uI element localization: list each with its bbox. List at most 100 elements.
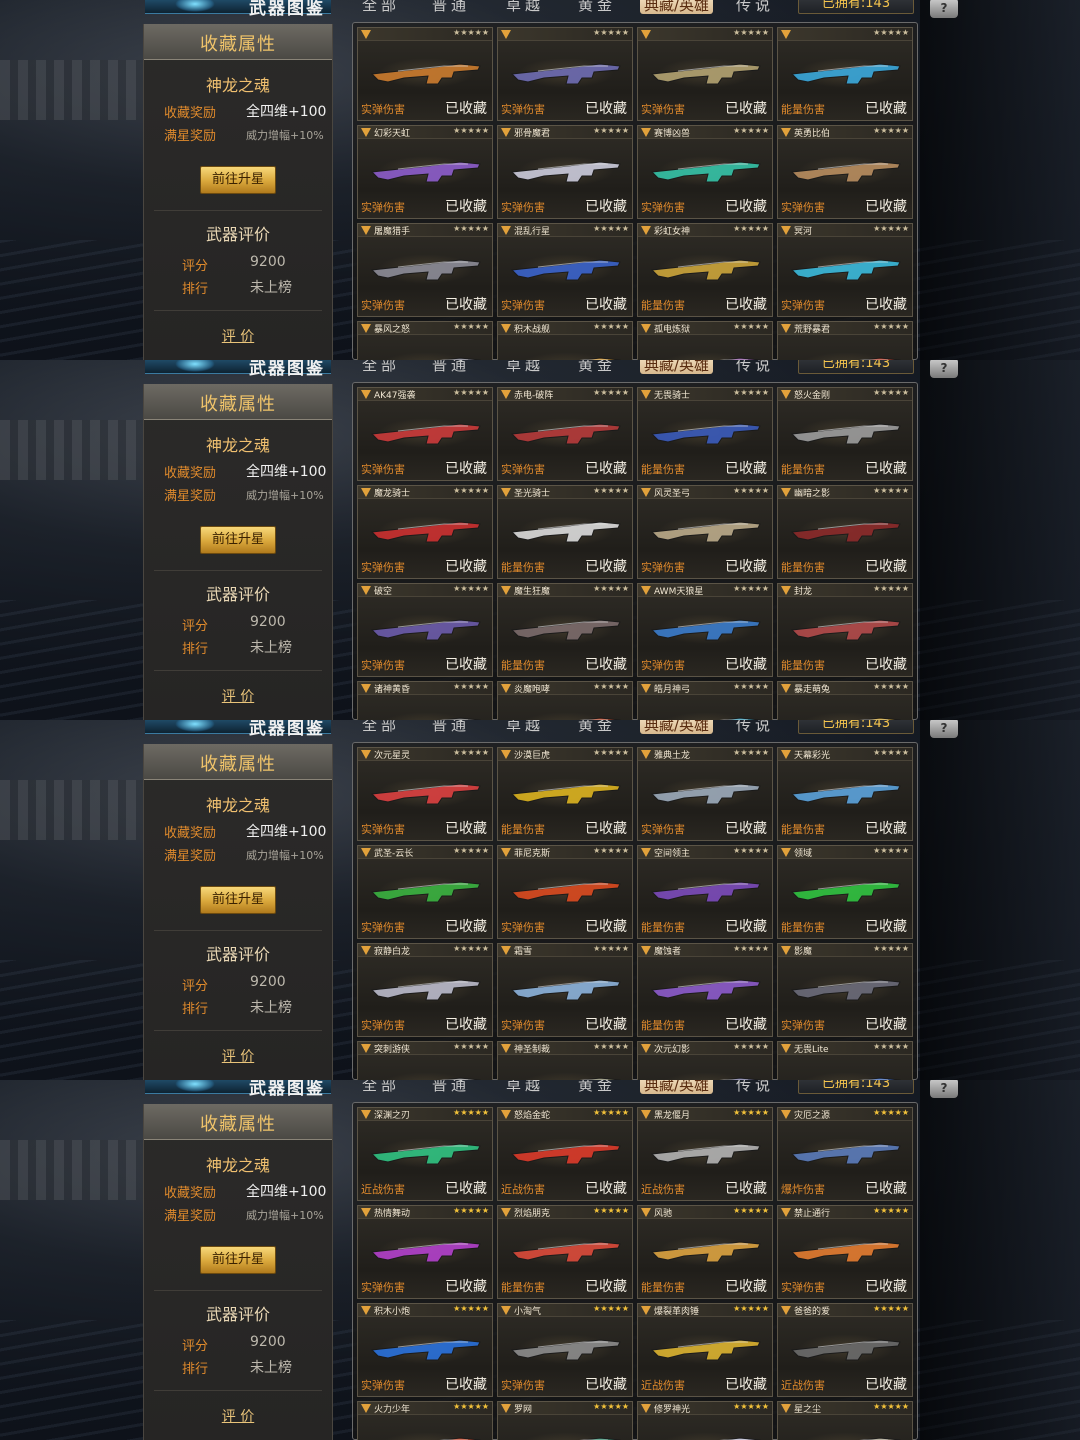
weapon-card[interactable]: 封龙 ★★★★★ 能量伤害 已收藏 xyxy=(777,583,913,677)
weapon-card[interactable]: 无畏Lite★★★★★实弹伤害已收藏 xyxy=(777,1041,913,1080)
weapon-card[interactable]: 赛博凶兽 ★★★★★ 实弹伤害 已收藏 xyxy=(637,125,773,219)
tab-0[interactable]: 全部 xyxy=(362,0,400,14)
tab-2[interactable]: 卓越 xyxy=(506,1080,544,1094)
help-icon[interactable]: ? xyxy=(930,720,958,738)
weapon-card[interactable]: 皓月神弓★★★★★实弹伤害已收藏 xyxy=(637,681,773,720)
tab-2[interactable]: 卓越 xyxy=(506,720,544,734)
weapon-card[interactable]: 幽暗之影 ★★★★★ 能量伤害 已收藏 xyxy=(777,485,913,579)
tab-3[interactable]: 黄金 xyxy=(578,720,616,734)
weapon-card[interactable]: 暴走萌兔★★★★★实弹伤害已收藏 xyxy=(777,681,913,720)
upgrade-star-button[interactable]: 前往升星 xyxy=(200,166,276,194)
weapon-card[interactable]: 炎魔咆哮★★★★★实弹伤害已收藏 xyxy=(497,681,633,720)
tab-1[interactable]: 普通 xyxy=(432,0,470,14)
weapon-card[interactable]: 怒焰金蛇 ★★★★★ 近战伤害 已收藏 xyxy=(497,1107,633,1201)
weapon-card[interactable]: 沙漠巨虎 ★★★★★ 能量伤害 已收藏 xyxy=(497,747,633,841)
weapon-card[interactable]: 幻彩天虹 ★★★★★ 实弹伤害 已收藏 xyxy=(357,125,493,219)
weapon-card[interactable]: 领域 ★★★★★ 能量伤害 已收藏 xyxy=(777,845,913,939)
weapon-card[interactable]: 火力少年★★★★★实弹伤害已收藏 xyxy=(357,1401,493,1440)
weapon-card[interactable]: 魔生狂魔 ★★★★★ 能量伤害 已收藏 xyxy=(497,583,633,677)
weapon-card[interactable]: ★★★★★ 实弹伤害 已收藏 xyxy=(357,27,493,121)
weapon-card[interactable]: 黑龙偃月 ★★★★★ 近战伤害 已收藏 xyxy=(637,1107,773,1201)
weapon-card[interactable]: 孤电炼狱★★★★★实弹伤害已收藏 xyxy=(637,321,773,360)
weapon-card[interactable]: 积木战舰★★★★★实弹伤害已收藏 xyxy=(497,321,633,360)
weapon-card[interactable]: 风驰 ★★★★★ 能量伤害 已收藏 xyxy=(637,1205,773,1299)
tab-3[interactable]: 黄金 xyxy=(578,1080,616,1094)
weapon-card[interactable]: 小淘气 ★★★★★ 实弹伤害 已收藏 xyxy=(497,1303,633,1397)
weapon-card[interactable]: 风灵圣弓 ★★★★★ 实弹伤害 已收藏 xyxy=(637,485,773,579)
weapon-card[interactable]: 突刺游侠★★★★★实弹伤害已收藏 xyxy=(357,1041,493,1080)
weapon-card[interactable]: 罗网★★★★★实弹伤害已收藏 xyxy=(497,1401,633,1440)
weapon-card[interactable]: 积木小炮 ★★★★★ 实弹伤害 已收藏 xyxy=(357,1303,493,1397)
weapon-card[interactable]: 诸神黄昏★★★★★实弹伤害已收藏 xyxy=(357,681,493,720)
weapon-card[interactable]: ★★★★★ 能量伤害 已收藏 xyxy=(777,27,913,121)
weapon-card[interactable]: 星之尘★★★★★实弹伤害已收藏 xyxy=(777,1401,913,1440)
weapon-card[interactable]: 魔蚀者 ★★★★★ 能量伤害 已收藏 xyxy=(637,943,773,1037)
tab-0[interactable]: 全部 xyxy=(362,720,400,734)
weapon-card[interactable]: 邪骨魔君 ★★★★★ 实弹伤害 已收藏 xyxy=(497,125,633,219)
weapon-card[interactable]: 魔龙骑士 ★★★★★ 实弹伤害 已收藏 xyxy=(357,485,493,579)
weapon-card[interactable]: 圣光骑士 ★★★★★ 能量伤害 已收藏 xyxy=(497,485,633,579)
weapon-card[interactable]: 天幕彩光 ★★★★★ 能量伤害 已收藏 xyxy=(777,747,913,841)
weapon-card[interactable]: 神圣制裁★★★★★实弹伤害已收藏 xyxy=(497,1041,633,1080)
weapon-card[interactable]: 混乱行星 ★★★★★ 实弹伤害 已收藏 xyxy=(497,223,633,317)
upgrade-star-button[interactable]: 前往升星 xyxy=(200,886,276,914)
weapon-card[interactable]: 爸爸的爱 ★★★★★ 近战伤害 已收藏 xyxy=(777,1303,913,1397)
tab-4[interactable]: 典藏/英雄 xyxy=(640,360,714,374)
tab-4[interactable]: 典藏/英雄 xyxy=(640,0,714,14)
tab-5[interactable]: 传说 xyxy=(736,0,774,14)
weapon-card[interactable]: 无畏骑士 ★★★★★ 能量伤害 已收藏 xyxy=(637,387,773,481)
tab-5[interactable]: 传说 xyxy=(736,1080,774,1094)
weapon-card[interactable]: 灾厄之源 ★★★★★ 爆炸伤害 已收藏 xyxy=(777,1107,913,1201)
weapon-card[interactable]: 深渊之刃 ★★★★★ 近战伤害 已收藏 xyxy=(357,1107,493,1201)
tab-1[interactable]: 普通 xyxy=(432,720,470,734)
weapon-card[interactable]: 菲尼克斯 ★★★★★ 实弹伤害 已收藏 xyxy=(497,845,633,939)
weapon-card[interactable]: 修罗神光★★★★★实弹伤害已收藏 xyxy=(637,1401,773,1440)
evaluate-link[interactable]: 评 价 xyxy=(144,326,332,346)
tab-5[interactable]: 传说 xyxy=(736,360,774,374)
weapon-card[interactable]: AWM天狼星 ★★★★★ 实弹伤害 已收藏 xyxy=(637,583,773,677)
weapon-card[interactable]: 空间领主 ★★★★★ 能量伤害 已收藏 xyxy=(637,845,773,939)
weapon-card[interactable]: AK47强袭 ★★★★★ 实弹伤害 已收藏 xyxy=(357,387,493,481)
weapon-card[interactable]: 雅典土龙 ★★★★★ 实弹伤害 已收藏 xyxy=(637,747,773,841)
help-icon[interactable]: ? xyxy=(930,1080,958,1098)
upgrade-star-button[interactable]: 前往升星 xyxy=(200,526,276,554)
weapon-card[interactable]: 爆裂革肉锤 ★★★★★ 近战伤害 已收藏 xyxy=(637,1303,773,1397)
tab-2[interactable]: 卓越 xyxy=(506,0,544,14)
weapon-card[interactable]: ★★★★★ 实弹伤害 已收藏 xyxy=(497,27,633,121)
help-icon[interactable]: ? xyxy=(930,0,958,18)
weapon-card[interactable]: 英勇比伯 ★★★★★ 实弹伤害 已收藏 xyxy=(777,125,913,219)
weapon-card[interactable]: 影魔 ★★★★★ 实弹伤害 已收藏 xyxy=(777,943,913,1037)
tab-1[interactable]: 普通 xyxy=(432,1080,470,1094)
tab-3[interactable]: 黄金 xyxy=(578,0,616,14)
weapon-card[interactable]: 暴风之怒★★★★★实弹伤害已收藏 xyxy=(357,321,493,360)
weapon-card[interactable]: 热情舞动 ★★★★★ 实弹伤害 已收藏 xyxy=(357,1205,493,1299)
weapon-card[interactable]: 屠魔猎手 ★★★★★ 实弹伤害 已收藏 xyxy=(357,223,493,317)
help-icon[interactable]: ? xyxy=(930,360,958,378)
weapon-card[interactable]: 次元幻影★★★★★实弹伤害已收藏 xyxy=(637,1041,773,1080)
evaluate-link[interactable]: 评 价 xyxy=(144,1046,332,1066)
weapon-card[interactable]: ★★★★★ 实弹伤害 已收藏 xyxy=(637,27,773,121)
weapon-card[interactable]: 武圣-云长 ★★★★★ 实弹伤害 已收藏 xyxy=(357,845,493,939)
tab-1[interactable]: 普通 xyxy=(432,360,470,374)
tab-4[interactable]: 典藏/英雄 xyxy=(640,720,714,734)
weapon-card[interactable]: 禁止通行 ★★★★★ 实弹伤害 已收藏 xyxy=(777,1205,913,1299)
tab-0[interactable]: 全部 xyxy=(362,360,400,374)
tab-4[interactable]: 典藏/英雄 xyxy=(640,1080,714,1094)
evaluate-link[interactable]: 评 价 xyxy=(144,686,332,706)
weapon-card[interactable]: 霜雪 ★★★★★ 实弹伤害 已收藏 xyxy=(497,943,633,1037)
weapon-card[interactable]: 寂静白龙 ★★★★★ 实弹伤害 已收藏 xyxy=(357,943,493,1037)
weapon-card[interactable]: 烈焰朋克 ★★★★★ 能量伤害 已收藏 xyxy=(497,1205,633,1299)
weapon-card[interactable]: 彩虹女神 ★★★★★ 能量伤害 已收藏 xyxy=(637,223,773,317)
weapon-card[interactable]: 荒野暴君★★★★★实弹伤害已收藏 xyxy=(777,321,913,360)
weapon-card[interactable]: 冥河 ★★★★★ 实弹伤害 已收藏 xyxy=(777,223,913,317)
weapon-card[interactable]: 赤电-破阵 ★★★★★ 实弹伤害 已收藏 xyxy=(497,387,633,481)
weapon-card[interactable]: 破空 ★★★★★ 实弹伤害 已收藏 xyxy=(357,583,493,677)
upgrade-star-button[interactable]: 前往升星 xyxy=(200,1246,276,1274)
weapon-card[interactable]: 怒火金刚 ★★★★★ 能量伤害 已收藏 xyxy=(777,387,913,481)
weapon-card[interactable]: 次元星灵 ★★★★★ 实弹伤害 已收藏 xyxy=(357,747,493,841)
tab-2[interactable]: 卓越 xyxy=(506,360,544,374)
tab-0[interactable]: 全部 xyxy=(362,1080,400,1094)
evaluate-link[interactable]: 评 价 xyxy=(144,1406,332,1426)
tab-5[interactable]: 传说 xyxy=(736,720,774,734)
tab-3[interactable]: 黄金 xyxy=(578,360,616,374)
